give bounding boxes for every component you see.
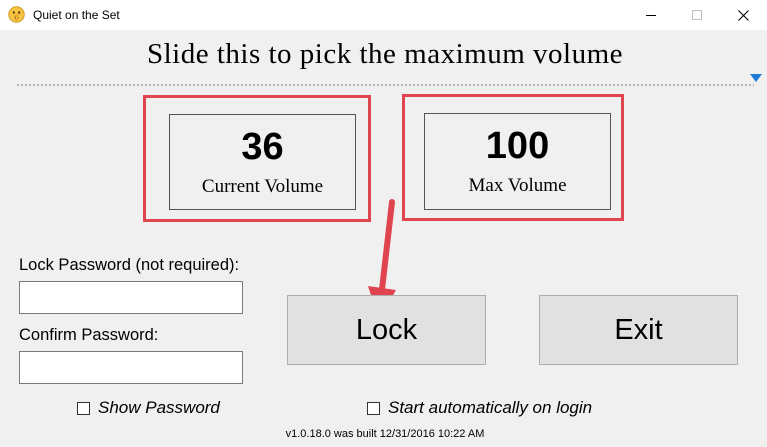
close-icon: [737, 9, 749, 21]
maximize-button[interactable]: [674, 0, 720, 30]
version-info: v1.0.18.0 was built 12/31/2016 10:22 AM: [285, 428, 485, 440]
show-password-label: Show Password: [98, 398, 220, 417]
start-automatically-label: Start automatically on login: [388, 398, 593, 417]
emoji-shush-icon: [8, 6, 25, 23]
volume-slider-track[interactable]: [16, 84, 754, 86]
max-volume-value: 100: [485, 125, 550, 167]
show-password-checkbox[interactable]: [77, 401, 90, 415]
minimize-button[interactable]: [628, 0, 674, 30]
exit-button[interactable]: Exit: [539, 295, 738, 365]
lock-button[interactable]: Lock: [287, 295, 486, 365]
app-window: Quiet on the Set Slide this to pick the …: [0, 0, 767, 447]
max-volume-label: Max Volume: [468, 175, 567, 196]
close-button[interactable]: [720, 0, 766, 30]
confirm-password-input[interactable]: [19, 351, 243, 384]
current-volume-label: Current Volume: [201, 176, 324, 197]
start-automatically-checkbox[interactable]: [367, 401, 380, 415]
lock-password-input[interactable]: [19, 281, 243, 314]
current-volume-value: 36: [241, 126, 284, 168]
maximize-icon: [692, 10, 702, 20]
title-bar[interactable]: Quiet on the Set: [0, 0, 767, 30]
start-automatically-checkbox-row[interactable]: Start automatically on login: [367, 398, 592, 418]
slider-thumb-triangle-icon[interactable]: [750, 74, 762, 83]
show-password-checkbox-row[interactable]: Show Password: [77, 398, 220, 418]
max-volume-panel: 100 Max Volume: [424, 113, 611, 210]
confirm-password-label: Confirm Password:: [19, 326, 159, 344]
window-title: Quiet on the Set: [33, 8, 120, 22]
slider-heading: Slide this to pick the maximum volume: [146, 38, 623, 70]
current-volume-panel: 36 Current Volume: [169, 114, 356, 210]
lock-password-label: Lock Password (not required):: [19, 256, 240, 274]
minimize-icon: [646, 15, 656, 16]
